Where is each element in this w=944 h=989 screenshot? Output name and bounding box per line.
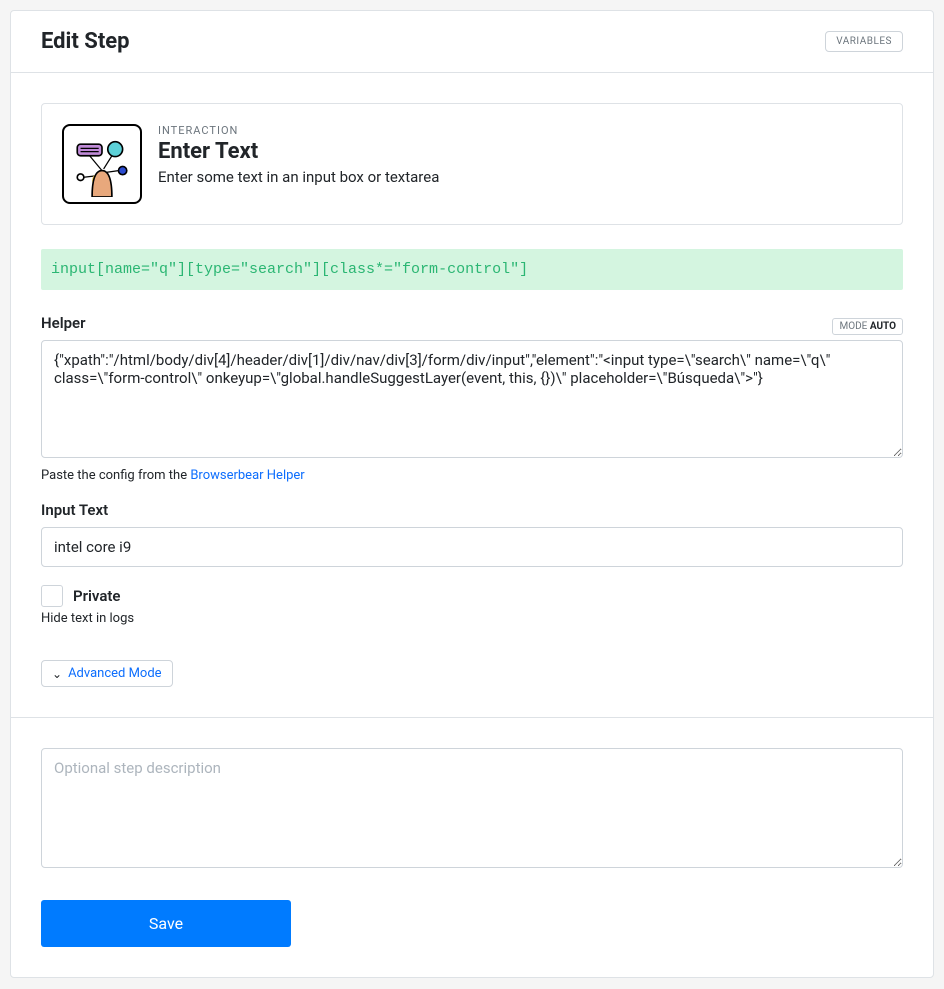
step-description-textarea[interactable] bbox=[41, 748, 903, 868]
mode-value: AUTO bbox=[870, 321, 896, 332]
private-label: Private bbox=[73, 587, 121, 605]
helper-textarea[interactable] bbox=[41, 340, 903, 458]
interaction-info: INTERACTION Enter Text Enter some text i… bbox=[158, 124, 439, 186]
private-group: Private Hide text in logs bbox=[41, 585, 903, 626]
input-text-group: Input Text bbox=[41, 501, 903, 567]
mode-label-text: MODE bbox=[839, 321, 867, 332]
interaction-category: INTERACTION bbox=[158, 124, 439, 137]
interaction-description: Enter some text in an input box or texta… bbox=[158, 168, 439, 186]
advanced-mode-label: Advanced Mode bbox=[68, 666, 162, 681]
advanced-mode-toggle[interactable]: ⌄ Advanced Mode bbox=[41, 660, 173, 687]
variables-button[interactable]: VARIABLES bbox=[825, 31, 903, 52]
css-selector-display: input[name="q"][type="search"][class*="f… bbox=[41, 249, 903, 290]
helper-group: Helper MODE AUTO Paste the config from t… bbox=[41, 314, 903, 483]
interaction-title: Enter Text bbox=[158, 139, 439, 164]
private-checkbox[interactable] bbox=[41, 585, 63, 607]
edit-step-card: Edit Step VARIABLES bbox=[10, 10, 934, 978]
private-hint: Hide text in logs bbox=[41, 611, 903, 626]
input-text-label: Input Text bbox=[41, 501, 903, 519]
card-header: Edit Step VARIABLES bbox=[11, 11, 933, 73]
enter-text-icon bbox=[62, 124, 142, 204]
save-button[interactable]: Save bbox=[41, 900, 291, 947]
card-body: INTERACTION Enter Text Enter some text i… bbox=[11, 73, 933, 717]
card-footer: Save bbox=[11, 717, 933, 977]
input-text-field[interactable] bbox=[41, 527, 903, 567]
mode-badge[interactable]: MODE AUTO bbox=[832, 318, 903, 335]
helper-hint-text: Paste the config from the bbox=[41, 468, 190, 483]
page-title: Edit Step bbox=[41, 29, 130, 54]
helper-hint: Paste the config from the Browserbear He… bbox=[41, 468, 903, 483]
helper-label: Helper bbox=[41, 314, 903, 332]
interaction-summary: INTERACTION Enter Text Enter some text i… bbox=[41, 103, 903, 225]
helper-hint-link[interactable]: Browserbear Helper bbox=[190, 468, 304, 483]
chevron-down-icon: ⌄ bbox=[52, 667, 62, 681]
